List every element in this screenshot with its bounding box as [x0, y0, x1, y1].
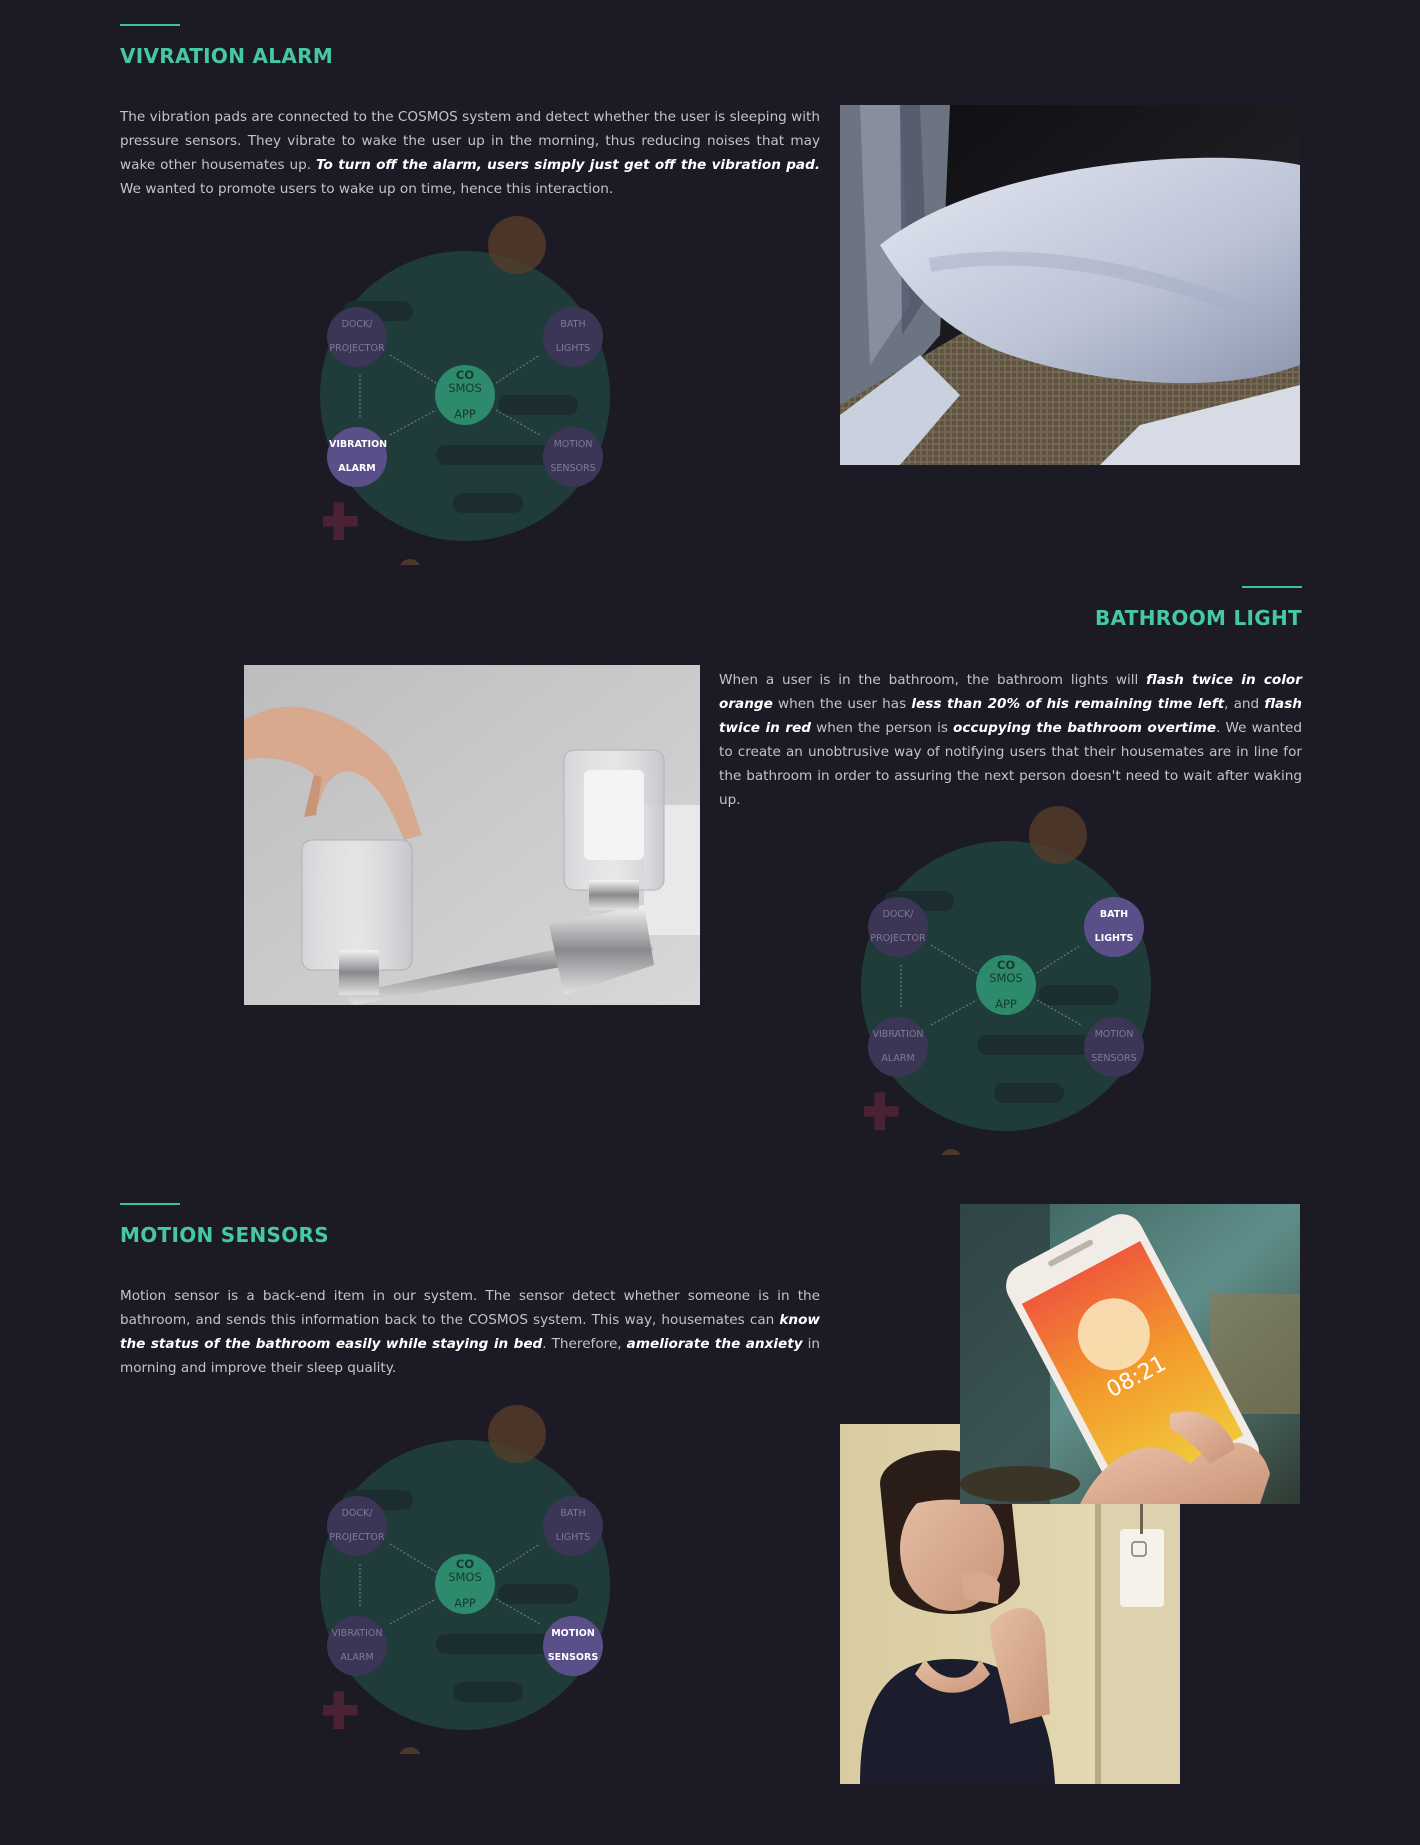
diagram-node-vibration-alarm: VIBRATION ALARM	[327, 1616, 387, 1676]
section-paragraph: When a user is in the bathroom, the bath…	[719, 672, 1303, 808]
diagram-node-motion-sensors: MOTION SENSORS	[1084, 1017, 1144, 1077]
diagram-node-vibration-alarm: VIBRATION ALARM	[327, 427, 387, 487]
diagram-node-vibration-alarm: VIBRATION ALARM	[868, 1017, 928, 1077]
paragraph-text: We wanted to promote users to wake up on…	[120, 181, 614, 197]
diagram-node-bath-lights: BATH LIGHTS	[1084, 897, 1144, 957]
heading-accent-line	[120, 1203, 180, 1205]
paragraph-emphasis: To turn off the alarm, users simply just…	[316, 157, 820, 173]
section-paragraph: Motion sensor is a back-end item in our …	[120, 1288, 820, 1376]
diagram-hub-cosmos-app: CO SMOS APP	[435, 1554, 495, 1614]
diagram-node-bath-lights: BATH LIGHTS	[543, 307, 603, 367]
photo-phone-app: 08:21	[960, 1204, 1300, 1504]
section-paragraph: The vibration pads are connected to the …	[120, 105, 820, 201]
diagram-node-bath-lights: BATH LIGHTS	[543, 1496, 603, 1556]
paragraph-emphasis: ameliorate the anxiety	[626, 1336, 803, 1352]
diagram-node-motion-sensors: MOTION SENSORS	[543, 427, 603, 487]
paragraph-emphasis: less than 20% of his remaining time left	[911, 696, 1225, 712]
diagram-hub-cosmos-app: CO SMOS APP	[976, 955, 1036, 1015]
section-heading: VIVRATION ALARM	[120, 44, 334, 68]
system-diagram: DOCK/PROJECTOR BATH LIGHTS VIBRATION ALARM…	[268, 1394, 668, 1754]
diagram-node-dock-projector: DOCK/PROJECTOR	[327, 1496, 387, 1556]
diagram-hub-cosmos-app: CO SMOS APP	[435, 365, 495, 425]
system-diagram: DOCK/PROJECTOR BATH LIGHTS VIBRATION ALARM…	[268, 205, 668, 565]
heading-accent-line	[120, 24, 180, 26]
photo-pillow-vibration-pad	[840, 105, 1300, 465]
photo-bathroom-light-fixture	[244, 665, 700, 1005]
section-heading: MOTION SENSORS	[120, 1223, 329, 1247]
system-diagram: DOCK/PROJECTOR BATH LIGHTS VIBRATION ALARM…	[809, 795, 1209, 1155]
diagram-node-motion-sensors: MOTION SENSORS	[543, 1616, 603, 1676]
heading-accent-line	[1242, 586, 1302, 588]
diagram-node-dock-projector: DOCK/PROJECTOR	[868, 897, 928, 957]
diagram-node-dock-projector: DOCK/PROJECTOR	[327, 307, 387, 367]
section-heading: BATHROOM LIGHT	[1094, 606, 1302, 630]
paragraph-emphasis: occupying the bathroom overtime	[953, 720, 1217, 736]
